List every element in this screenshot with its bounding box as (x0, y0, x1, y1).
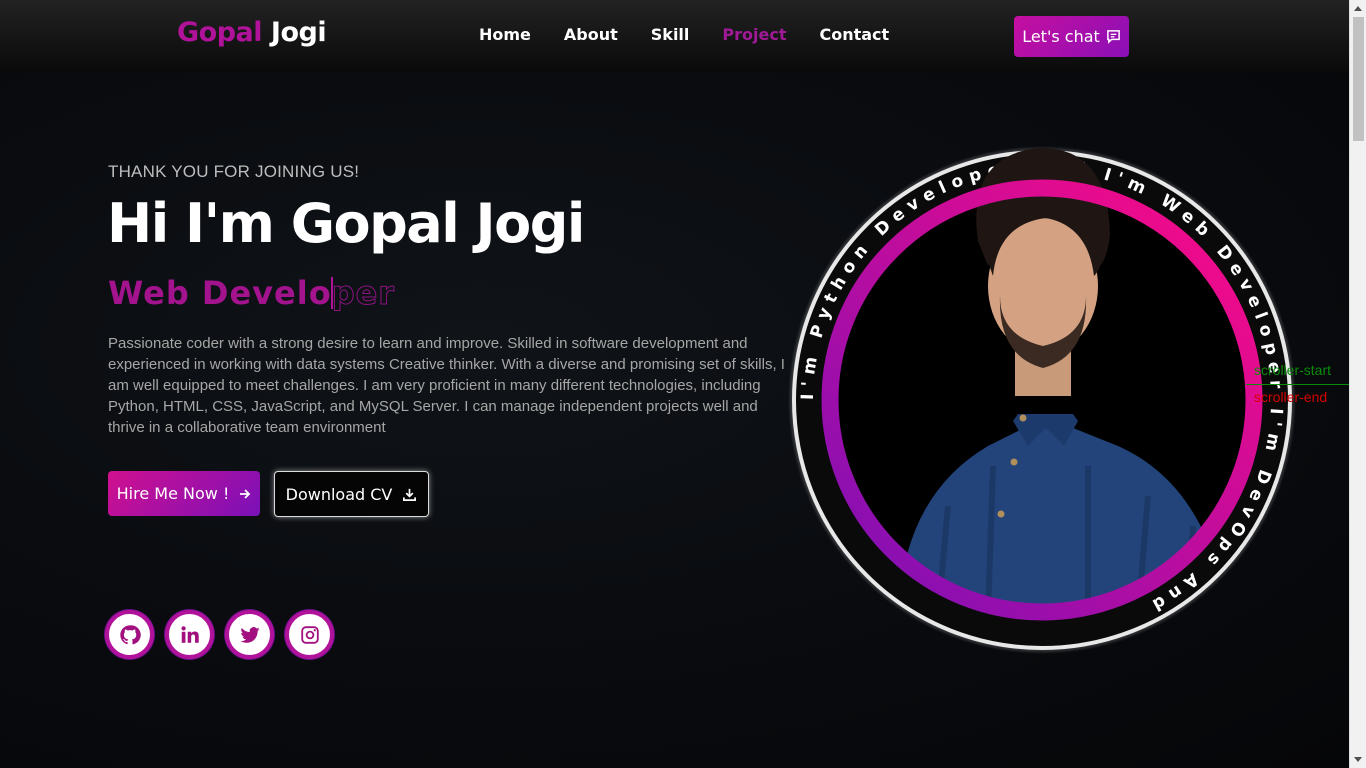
role-remaining: per (331, 274, 396, 313)
nav-home[interactable]: Home (479, 25, 531, 44)
lets-chat-button[interactable]: Let's chat (1014, 16, 1129, 57)
lets-chat-label: Let's chat (1022, 27, 1100, 46)
chat-icon (1106, 30, 1120, 44)
main-nav: Home About Skill Project Contact (479, 25, 922, 44)
nav-contact[interactable]: Contact (819, 25, 889, 44)
scroller-start-marker: scroller-start (1254, 362, 1332, 378)
role-typed: Web Develo (108, 274, 332, 312)
nav-project[interactable]: Project (722, 25, 786, 44)
linkedin-icon (180, 625, 199, 643)
hire-me-label: Hire Me Now ! (116, 484, 230, 503)
scroll-thumb[interactable] (1353, 17, 1364, 141)
hero-kicker: THANK YOU FOR JOINING US! (108, 162, 360, 181)
linkedin-link[interactable] (165, 610, 214, 659)
logo-last: Jogi (270, 17, 327, 48)
download-cv-label: Download CV (285, 484, 393, 504)
nav-skill[interactable]: Skill (651, 25, 690, 44)
scroller-end-marker: scroller-end (1254, 389, 1328, 405)
site-header: Gopal Jogi Home About Skill Project Cont… (0, 0, 1349, 72)
hire-me-button[interactable]: Hire Me Now ! (108, 471, 260, 516)
logo-first: Gopal (177, 17, 263, 48)
github-icon (119, 624, 141, 644)
page-scrollbar[interactable] (1349, 0, 1366, 768)
twitter-link[interactable] (225, 610, 274, 659)
scroll-down-arrow[interactable] (1354, 757, 1362, 762)
hero-description: Passionate coder with a strong desire to… (108, 335, 785, 436)
arrow-right-icon (240, 488, 251, 499)
download-cv-button[interactable]: Download CV (274, 471, 429, 517)
social-links (105, 610, 334, 659)
scroll-up-arrow[interactable] (1354, 6, 1362, 11)
github-link[interactable] (105, 610, 154, 659)
logo[interactable]: Gopal Jogi (177, 17, 327, 48)
nav-about[interactable]: About (564, 25, 618, 44)
instagram-icon (300, 625, 319, 644)
profile-portrait: I'm Python Developer And I'm Web Develop… (788, 146, 1296, 654)
download-icon (403, 488, 417, 501)
twitter-icon (239, 626, 260, 643)
hero-role: Web Developer (108, 274, 396, 313)
scroller-start-line (1246, 384, 1349, 385)
instagram-link[interactable] (285, 610, 334, 659)
hero-title: Hi I'm Gopal Jogi (107, 192, 585, 255)
